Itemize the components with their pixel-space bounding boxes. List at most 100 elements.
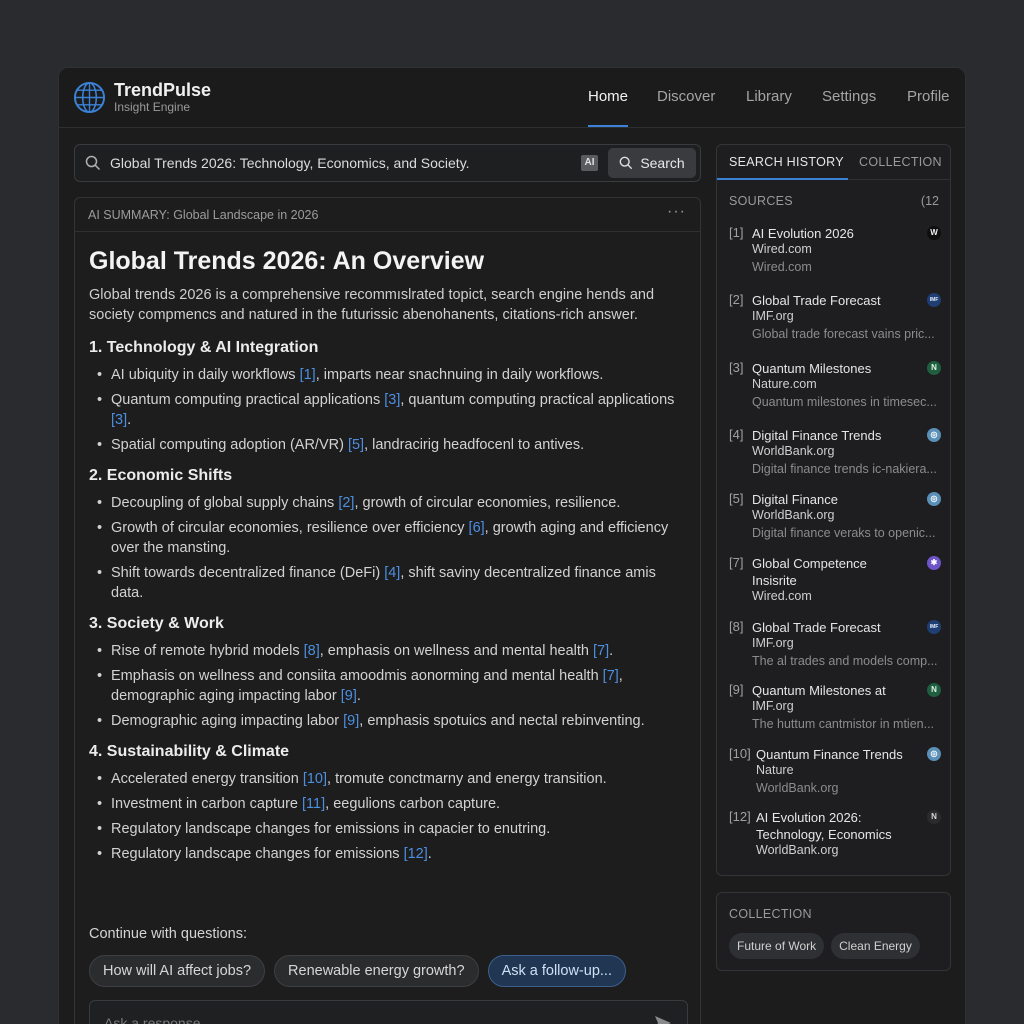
citation-link[interactable]: [3] bbox=[111, 412, 127, 428]
citation-link[interactable]: [7] bbox=[593, 643, 609, 659]
nav-settings[interactable]: Settings bbox=[822, 88, 876, 105]
nature-icon: N bbox=[927, 683, 941, 697]
source-site: Wired.com bbox=[752, 242, 812, 256]
bullet-text: Growth of circular economies, resilience… bbox=[111, 520, 469, 536]
citation-link[interactable]: [12] bbox=[404, 846, 428, 862]
send-icon[interactable] bbox=[653, 1013, 673, 1024]
citation-link[interactable]: [3] bbox=[384, 392, 400, 408]
bullet-item: Quantum computing practical applications… bbox=[89, 390, 689, 430]
source-title: Digital Finance Trends bbox=[752, 428, 882, 443]
ask-follow-up-chip[interactable]: Ask a follow-up... bbox=[487, 955, 626, 987]
brand[interactable]: TrendPulse Insight Engine bbox=[73, 80, 211, 114]
source-site: WorldBank.org bbox=[752, 508, 835, 522]
source-number: [9] bbox=[729, 682, 744, 697]
section-heading: 1. Technology & AI Integration bbox=[89, 339, 319, 356]
bullet-item: Rise of remote hybrid models [8], emphas… bbox=[89, 641, 689, 661]
citation-link[interactable]: [2] bbox=[338, 495, 354, 511]
bullet-item: Regulatory landscape changes for emissio… bbox=[89, 844, 689, 864]
source-title: AI Evolution 2026: Technology, Economics bbox=[756, 810, 892, 842]
search-button[interactable]: Search bbox=[608, 148, 696, 178]
bullet-text: . bbox=[356, 688, 361, 704]
collection-tag[interactable]: Clean Energy bbox=[831, 933, 920, 959]
worldbank-icon: ◎ bbox=[927, 747, 941, 761]
citation-link[interactable]: [4] bbox=[384, 565, 400, 581]
more-options-icon[interactable]: ··· bbox=[667, 203, 686, 221]
search-icon bbox=[85, 155, 101, 171]
suggestion-chip[interactable]: Renewable energy growth? bbox=[274, 955, 479, 987]
nav-profile[interactable]: Profile bbox=[907, 88, 950, 105]
imf-icon: IMF bbox=[927, 293, 941, 307]
bullet-text: , emphasis on wellness and mental health bbox=[319, 643, 593, 659]
source-site: IMF.org bbox=[752, 636, 794, 650]
card-header: AI SUMMARY: Global Landscape in 2026 ··· bbox=[75, 198, 700, 232]
nav-home[interactable]: Home bbox=[588, 88, 628, 105]
citation-link[interactable]: [1] bbox=[300, 367, 316, 383]
citation-link[interactable]: [10] bbox=[303, 771, 327, 787]
reply-input[interactable] bbox=[104, 1015, 624, 1024]
side-tabs: SEARCH HISTORY COLLECTION bbox=[717, 145, 950, 180]
source-number: [2] bbox=[729, 292, 744, 307]
source-number: [10] bbox=[729, 746, 751, 761]
bullet-item: Investment in carbon capture [11], eegul… bbox=[89, 794, 689, 814]
bullet-text: , emphasis spotuics and nectal rebinvent… bbox=[359, 713, 645, 729]
source-site: IMF.org bbox=[752, 309, 794, 323]
bullet-text: AI ubiquity in daily workflows bbox=[111, 367, 300, 383]
sparkle-icon: ✱ bbox=[927, 556, 941, 570]
bullet-item: Spatial computing adoption (AR/VR) [5], … bbox=[89, 435, 689, 455]
summary-header-label: AI SUMMARY: Global Landscape in 2026 bbox=[88, 208, 319, 222]
tab-search-history[interactable]: SEARCH HISTORY bbox=[729, 155, 844, 169]
bullet-text: Regulatory landscape changes for emissio… bbox=[111, 821, 551, 837]
source-snippet: The huttum cantmistor in mtien... bbox=[752, 717, 935, 731]
source-snippet: Wired.com bbox=[752, 260, 812, 274]
citation-link[interactable]: [7] bbox=[603, 668, 619, 684]
collection-tag[interactable]: Future of Work bbox=[729, 933, 825, 959]
ai-badge[interactable]: AI bbox=[581, 155, 598, 171]
citation-link[interactable]: [6] bbox=[469, 520, 485, 536]
section-bullets: Rise of remote hybrid models [8], emphas… bbox=[89, 641, 689, 731]
bullet-item: Demographic aging impacting labor [9], e… bbox=[89, 711, 689, 731]
bullet-item: Decoupling of global supply chains [2], … bbox=[89, 493, 689, 513]
bullet-item: Growth of circular economies, resilience… bbox=[89, 518, 689, 558]
tab-collection[interactable]: COLLECTION bbox=[859, 155, 942, 169]
sources-panel: SEARCH HISTORY COLLECTION SOURCES (12 [1… bbox=[716, 144, 951, 876]
summary-content: Global Trends 2026: An Overview Global t… bbox=[89, 243, 689, 874]
source-snippet: The al trades and models comp... bbox=[752, 654, 938, 668]
search-input[interactable]: Global Trends 2026: Technology, Economic… bbox=[110, 155, 470, 171]
nav-discover[interactable]: Discover bbox=[657, 88, 715, 105]
search-bar[interactable]: Global Trends 2026: Technology, Economic… bbox=[74, 144, 701, 182]
citation-link[interactable]: [9] bbox=[343, 713, 359, 729]
section-heading: 3. Society & Work bbox=[89, 615, 224, 632]
bullet-text: Investment in carbon capture bbox=[111, 796, 303, 812]
source-title: Global Trade Forecast bbox=[752, 293, 881, 308]
source-snippet: Digital finance trends ic-nakiera... bbox=[752, 462, 937, 476]
active-tab-indicator bbox=[717, 178, 848, 180]
collection-tags: Future of Work Clean Energy bbox=[729, 933, 920, 959]
worldbank-icon: ◎ bbox=[927, 492, 941, 506]
bullet-text: , landracirig headfocenl to antives. bbox=[364, 437, 585, 453]
collection-label: COLLECTION bbox=[729, 907, 812, 921]
citation-link[interactable]: [9] bbox=[341, 688, 357, 704]
source-site: Nature.com bbox=[752, 377, 817, 391]
globe-logo-icon bbox=[73, 81, 106, 113]
source-site: Nature bbox=[756, 763, 794, 777]
source-title: Global Competence Insisrite bbox=[752, 556, 867, 588]
bullet-text: . bbox=[427, 846, 432, 862]
suggestion-chips: How will AI affect jobs? Renewable energ… bbox=[89, 955, 626, 987]
source-title: Digital Finance bbox=[752, 492, 838, 507]
source-snippet: Quantum milestones in timesec... bbox=[752, 395, 937, 409]
nav-library[interactable]: Library bbox=[746, 88, 792, 105]
suggestion-chip[interactable]: How will AI affect jobs? bbox=[89, 955, 266, 987]
citation-link[interactable]: [8] bbox=[304, 643, 320, 659]
worldbank-icon: ◎ bbox=[927, 428, 941, 442]
reply-box[interactable] bbox=[89, 1000, 688, 1024]
bullet-text: , growth of circular economies, resilien… bbox=[354, 495, 621, 511]
bullet-text: Accelerated energy transition bbox=[111, 771, 303, 787]
citation-link[interactable]: [11] bbox=[302, 796, 325, 812]
source-title: Quantum Milestones bbox=[752, 361, 872, 376]
source-snippet: WorldBank.org bbox=[756, 781, 839, 795]
bullet-text: Quantum computing practical applications bbox=[111, 392, 385, 408]
source-title: Quantum Finance Trends bbox=[756, 747, 903, 762]
summary-title: Global Trends 2026: An Overview bbox=[89, 247, 485, 275]
citation-link[interactable]: [5] bbox=[348, 437, 364, 453]
active-nav-indicator bbox=[588, 125, 628, 127]
